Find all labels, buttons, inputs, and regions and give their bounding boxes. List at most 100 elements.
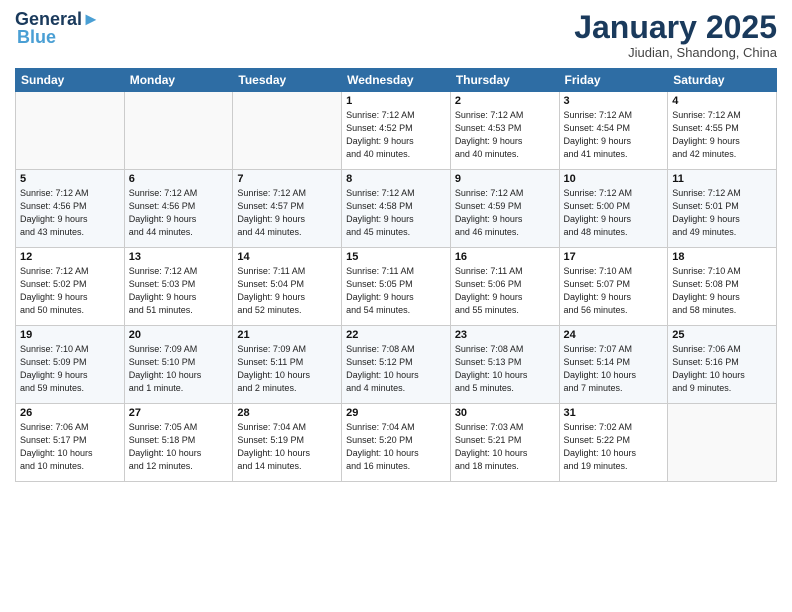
day-info: Sunrise: 7:12 AM Sunset: 5:03 PM Dayligh… [129,265,229,317]
day-cell: 30Sunrise: 7:03 AM Sunset: 5:21 PM Dayli… [450,404,559,482]
day-cell: 26 Sunrise: 7:06 AM Sunset: 5:17 PM Dayli… [16,404,125,482]
day-number: 4 [672,95,772,107]
day-number: 11 [672,173,772,185]
day-info: Sunrise: 7:09 AM Sunset: 5:11 PM Dayligh… [237,343,337,395]
col-wednesday: Wednesday [342,69,451,92]
day-number: 12 [20,251,120,263]
col-monday: Monday [124,69,233,92]
day-info: Sunrise: 7:08 AM Sunset: 5:12 PM Dayligh… [346,343,446,395]
day-cell: 31 Sunrise: 7:02 AM Sunset: 5:22 PM Dayli… [559,404,668,482]
day-info: Sunrise: 7:08 AM Sunset: 5:13 PM Dayligh… [455,343,555,395]
day-cell: 24 Sunrise: 7:07 AM Sunset: 5:14 PM Dayli… [559,326,668,404]
day-cell: 23 Sunrise: 7:08 AM Sunset: 5:13 PM Dayli… [450,326,559,404]
day-number: 17 [564,251,664,263]
header: General► Blue January 2025 Jiudian, Shan… [15,10,777,60]
day-cell: 2Sunrise: 7:12 AM Sunset: 4:53 PM Daylig… [450,92,559,170]
day-number: 26 [20,407,120,419]
logo: General► Blue [15,10,100,46]
day-cell: 14Sunrise: 7:11 AM Sunset: 5:04 PM Dayli… [233,248,342,326]
day-cell [124,92,233,170]
day-number: 20 [129,329,229,341]
title-section: January 2025 Jiudian, Shandong, China [574,10,777,60]
day-cell: 12 Sunrise: 7:12 AM Sunset: 5:02 PM Dayli… [16,248,125,326]
day-cell [668,404,777,482]
day-cell: 6 Sunrise: 7:12 AM Sunset: 4:56 PM Daylig… [124,170,233,248]
week-row-4: 19Sunrise: 7:10 AM Sunset: 5:09 PM Dayli… [16,326,777,404]
day-number: 18 [672,251,772,263]
day-number: 30 [455,407,555,419]
day-info: Sunrise: 7:10 AM Sunset: 5:08 PM Dayligh… [672,265,772,317]
day-info: Sunrise: 7:07 AM Sunset: 5:14 PM Dayligh… [564,343,664,395]
day-number: 14 [237,251,337,263]
col-tuesday: Tuesday [233,69,342,92]
day-cell: 5 Sunrise: 7:12 AM Sunset: 4:56 PM Daylig… [16,170,125,248]
day-cell: 8 Sunrise: 7:12 AM Sunset: 4:58 PM Daylig… [342,170,451,248]
day-info: Sunrise: 7:12 AM Sunset: 5:00 PM Dayligh… [564,187,664,239]
day-info: Sunrise: 7:12 AM Sunset: 5:01 PM Dayligh… [672,187,772,239]
day-number: 31 [564,407,664,419]
day-info: Sunrise: 7:06 AM Sunset: 5:17 PM Dayligh… [20,421,120,473]
day-number: 23 [455,329,555,341]
day-number: 8 [346,173,446,185]
day-info: Sunrise: 7:12 AM Sunset: 4:57 PM Dayligh… [237,187,337,239]
day-number: 21 [237,329,337,341]
col-thursday: Thursday [450,69,559,92]
day-info: Sunrise: 7:12 AM Sunset: 4:56 PM Dayligh… [20,187,120,239]
day-cell: 22 Sunrise: 7:08 AM Sunset: 5:12 PM Dayli… [342,326,451,404]
day-info: Sunrise: 7:05 AM Sunset: 5:18 PM Dayligh… [129,421,229,473]
subtitle: Jiudian, Shandong, China [574,45,777,60]
day-info: Sunrise: 7:12 AM Sunset: 4:52 PM Dayligh… [346,109,446,161]
day-info: Sunrise: 7:09 AM Sunset: 5:10 PM Dayligh… [129,343,229,395]
day-number: 22 [346,329,446,341]
week-row-5: 26 Sunrise: 7:06 AM Sunset: 5:17 PM Dayli… [16,404,777,482]
day-cell: 19Sunrise: 7:10 AM Sunset: 5:09 PM Dayli… [16,326,125,404]
day-number: 28 [237,407,337,419]
day-cell: 10 Sunrise: 7:12 AM Sunset: 5:00 PM Dayli… [559,170,668,248]
day-number: 24 [564,329,664,341]
day-cell: 29Sunrise: 7:04 AM Sunset: 5:20 PM Dayli… [342,404,451,482]
day-cell: 7Sunrise: 7:12 AM Sunset: 4:57 PM Daylig… [233,170,342,248]
logo-blue: Blue [17,28,56,46]
day-info: Sunrise: 7:04 AM Sunset: 5:19 PM Dayligh… [237,421,337,473]
day-number: 5 [20,173,120,185]
day-number: 3 [564,95,664,107]
calendar-table: Sunday Monday Tuesday Wednesday Thursday… [15,68,777,482]
day-info: Sunrise: 7:11 AM Sunset: 5:05 PM Dayligh… [346,265,446,317]
day-info: Sunrise: 7:12 AM Sunset: 4:53 PM Dayligh… [455,109,555,161]
day-cell: 11 Sunrise: 7:12 AM Sunset: 5:01 PM Dayli… [668,170,777,248]
day-cell [16,92,125,170]
header-row: Sunday Monday Tuesday Wednesday Thursday… [16,69,777,92]
day-number: 25 [672,329,772,341]
week-row-1: 1Sunrise: 7:12 AM Sunset: 4:52 PM Daylig… [16,92,777,170]
day-info: Sunrise: 7:12 AM Sunset: 4:59 PM Dayligh… [455,187,555,239]
day-info: Sunrise: 7:12 AM Sunset: 4:55 PM Dayligh… [672,109,772,161]
col-sunday: Sunday [16,69,125,92]
page: General► Blue January 2025 Jiudian, Shan… [0,0,792,612]
day-cell: 1Sunrise: 7:12 AM Sunset: 4:52 PM Daylig… [342,92,451,170]
day-cell: 13 Sunrise: 7:12 AM Sunset: 5:03 PM Dayli… [124,248,233,326]
day-info: Sunrise: 7:12 AM Sunset: 4:58 PM Dayligh… [346,187,446,239]
day-number: 29 [346,407,446,419]
day-number: 13 [129,251,229,263]
day-number: 9 [455,173,555,185]
day-info: Sunrise: 7:02 AM Sunset: 5:22 PM Dayligh… [564,421,664,473]
day-number: 19 [20,329,120,341]
day-info: Sunrise: 7:12 AM Sunset: 5:02 PM Dayligh… [20,265,120,317]
day-cell: 9 Sunrise: 7:12 AM Sunset: 4:59 PM Daylig… [450,170,559,248]
day-info: Sunrise: 7:11 AM Sunset: 5:06 PM Dayligh… [455,265,555,317]
day-cell: 20 Sunrise: 7:09 AM Sunset: 5:10 PM Dayli… [124,326,233,404]
day-number: 6 [129,173,229,185]
day-cell: 4 Sunrise: 7:12 AM Sunset: 4:55 PM Daylig… [668,92,777,170]
week-row-3: 12 Sunrise: 7:12 AM Sunset: 5:02 PM Dayli… [16,248,777,326]
day-cell: 25Sunrise: 7:06 AM Sunset: 5:16 PM Dayli… [668,326,777,404]
day-number: 10 [564,173,664,185]
day-info: Sunrise: 7:12 AM Sunset: 4:56 PM Dayligh… [129,187,229,239]
day-cell: 15Sunrise: 7:11 AM Sunset: 5:05 PM Dayli… [342,248,451,326]
logo-general: General► [15,10,100,28]
week-row-2: 5 Sunrise: 7:12 AM Sunset: 4:56 PM Daylig… [16,170,777,248]
day-cell: 21 Sunrise: 7:09 AM Sunset: 5:11 PM Dayli… [233,326,342,404]
day-cell [233,92,342,170]
day-cell: 3 Sunrise: 7:12 AM Sunset: 4:54 PM Daylig… [559,92,668,170]
day-cell: 18 Sunrise: 7:10 AM Sunset: 5:08 PM Dayli… [668,248,777,326]
day-info: Sunrise: 7:12 AM Sunset: 4:54 PM Dayligh… [564,109,664,161]
